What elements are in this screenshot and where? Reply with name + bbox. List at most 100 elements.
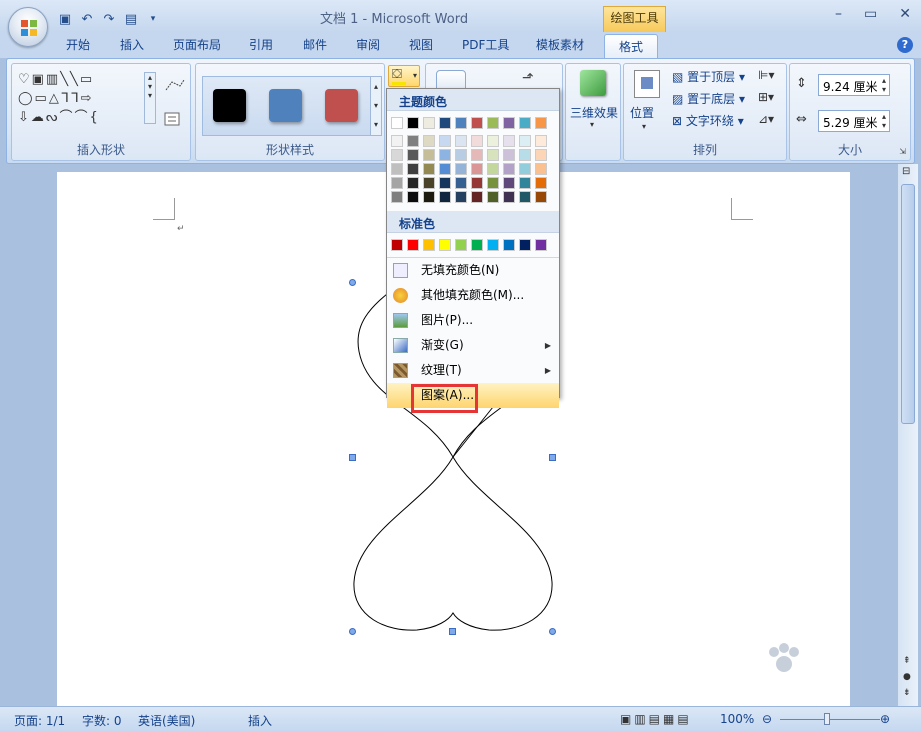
color-swatch[interactable]	[487, 149, 499, 161]
color-swatch[interactable]	[471, 239, 483, 251]
next-page-icon[interactable]: ⇟	[903, 688, 911, 698]
resize-handle-mr[interactable]	[549, 454, 556, 461]
tab-template[interactable]: 模板素材	[536, 36, 584, 53]
color-swatch[interactable]	[391, 149, 403, 161]
color-swatch[interactable]	[407, 149, 419, 161]
send-to-back-button[interactable]: ▨ 置于底层 ▾	[672, 90, 745, 107]
color-swatch[interactable]	[535, 135, 547, 147]
shape-gallery[interactable]: ♡▣▥╲╲▭ ◯▭△ᒣᒣ⇨ ⇩☁ᔓ⌒⌒{	[18, 70, 144, 127]
color-swatch[interactable]	[423, 117, 435, 129]
color-swatch[interactable]	[487, 163, 499, 175]
edit-shape-icon[interactable]	[164, 78, 186, 94]
resize-handle-br[interactable]	[549, 628, 556, 635]
color-swatch[interactable]	[487, 177, 499, 189]
shape-gallery-scroll[interactable]: ▴ ▾ ▾	[144, 72, 156, 124]
nudge-shadow-icon[interactable]: ⬏	[522, 70, 534, 86]
color-swatch[interactable]	[423, 239, 435, 251]
color-swatch[interactable]	[391, 117, 403, 129]
language-indicator[interactable]: 英语(美国)	[138, 712, 195, 729]
scroll-thumb[interactable]	[901, 184, 915, 424]
color-swatch[interactable]	[455, 135, 467, 147]
maximize-icon[interactable]: ▭	[864, 6, 877, 22]
color-swatch[interactable]	[423, 191, 435, 203]
color-swatch[interactable]	[503, 135, 515, 147]
three-d-cube-icon[interactable]	[580, 70, 606, 96]
position-label[interactable]: 位置	[630, 104, 654, 121]
color-swatch[interactable]	[487, 117, 499, 129]
minimize-icon[interactable]: –	[835, 6, 842, 22]
word-count[interactable]: 字数: 0	[82, 712, 122, 729]
color-swatch[interactable]	[471, 163, 483, 175]
zoom-in-icon[interactable]: ⊕	[880, 712, 890, 726]
style-gallery-scroll[interactable]: ▴ ▾ ▾	[370, 76, 382, 136]
color-swatch[interactable]	[519, 117, 531, 129]
shape-fill-button[interactable]: ⛋ ▾	[388, 65, 420, 87]
position-icon[interactable]	[634, 70, 660, 98]
color-swatch[interactable]	[487, 239, 499, 251]
color-swatch[interactable]	[423, 135, 435, 147]
insert-mode[interactable]: 插入	[248, 712, 272, 729]
color-swatch[interactable]	[503, 117, 515, 129]
color-swatch[interactable]	[439, 149, 451, 161]
ruler-toggle-icon[interactable]: ⊟	[902, 166, 910, 177]
color-swatch[interactable]	[535, 149, 547, 161]
color-swatch[interactable]	[471, 117, 483, 129]
color-swatch[interactable]	[471, 191, 483, 203]
undo-icon[interactable]: ↶	[78, 10, 96, 28]
resize-handle-bm[interactable]	[449, 628, 456, 635]
color-swatch[interactable]	[519, 149, 531, 161]
tab-pdf-tools[interactable]: PDF工具	[462, 36, 509, 53]
help-icon[interactable]: ?	[897, 37, 913, 53]
color-swatch[interactable]	[391, 163, 403, 175]
zoom-out-icon[interactable]: ⊖	[762, 712, 772, 726]
more-fill-colors-item[interactable]: 其他填充颜色(M)...	[387, 283, 559, 308]
size-dialog-launcher-icon[interactable]: ⇲	[899, 147, 906, 156]
color-swatch[interactable]	[535, 117, 547, 129]
style-swatch-blue[interactable]	[269, 89, 302, 122]
color-swatch[interactable]	[535, 177, 547, 189]
three-d-dropdown-icon[interactable]: ▾	[590, 120, 594, 129]
align-icon[interactable]: ⊫▾	[758, 68, 774, 82]
width-spin-icon[interactable]: ▴ ▾	[882, 112, 886, 130]
customize-qat-icon[interactable]: ▾	[144, 10, 162, 28]
height-input[interactable]: 9.24 厘米 ▴ ▾	[818, 74, 890, 96]
close-icon[interactable]: ✕	[899, 6, 911, 22]
group-icon[interactable]: ⊞▾	[758, 90, 774, 104]
select-browse-icon[interactable]: ●	[903, 672, 911, 682]
color-swatch[interactable]	[471, 177, 483, 189]
color-swatch[interactable]	[503, 149, 515, 161]
color-swatch[interactable]	[439, 117, 451, 129]
color-swatch[interactable]	[455, 117, 467, 129]
color-swatch[interactable]	[455, 177, 467, 189]
tab-insert[interactable]: 插入	[120, 36, 144, 53]
color-swatch[interactable]	[455, 239, 467, 251]
color-swatch[interactable]	[471, 149, 483, 161]
color-swatch[interactable]	[391, 177, 403, 189]
page-count[interactable]: 页面: 1/1	[14, 712, 65, 729]
no-fill-item[interactable]: 无填充颜色(N)	[387, 258, 559, 283]
save-icon[interactable]: ▣	[56, 10, 74, 28]
print-preview-icon[interactable]: ▤	[122, 10, 140, 28]
office-button[interactable]	[8, 7, 48, 47]
tab-page-layout[interactable]: 页面布局	[173, 36, 221, 53]
color-swatch[interactable]	[503, 177, 515, 189]
tab-home[interactable]: 开始	[66, 36, 90, 53]
view-buttons[interactable]: ▣▥▤▦▤	[620, 712, 692, 726]
resize-handle-ml[interactable]	[349, 454, 356, 461]
resize-handle-tl[interactable]	[349, 279, 356, 286]
color-swatch[interactable]	[519, 135, 531, 147]
tab-references[interactable]: 引用	[249, 36, 273, 53]
color-swatch[interactable]	[455, 163, 467, 175]
color-swatch[interactable]	[535, 239, 547, 251]
three-d-effects-label[interactable]: 三维效果	[568, 104, 620, 121]
color-swatch[interactable]	[407, 135, 419, 147]
prev-page-icon[interactable]: ⇞	[903, 656, 911, 666]
color-swatch[interactable]	[519, 191, 531, 203]
color-swatch[interactable]	[391, 191, 403, 203]
color-swatch[interactable]	[439, 191, 451, 203]
color-swatch[interactable]	[439, 163, 451, 175]
color-swatch[interactable]	[487, 191, 499, 203]
zoom-slider[interactable]	[780, 719, 880, 720]
color-swatch[interactable]	[407, 163, 419, 175]
position-dropdown-icon[interactable]: ▾	[642, 122, 646, 131]
